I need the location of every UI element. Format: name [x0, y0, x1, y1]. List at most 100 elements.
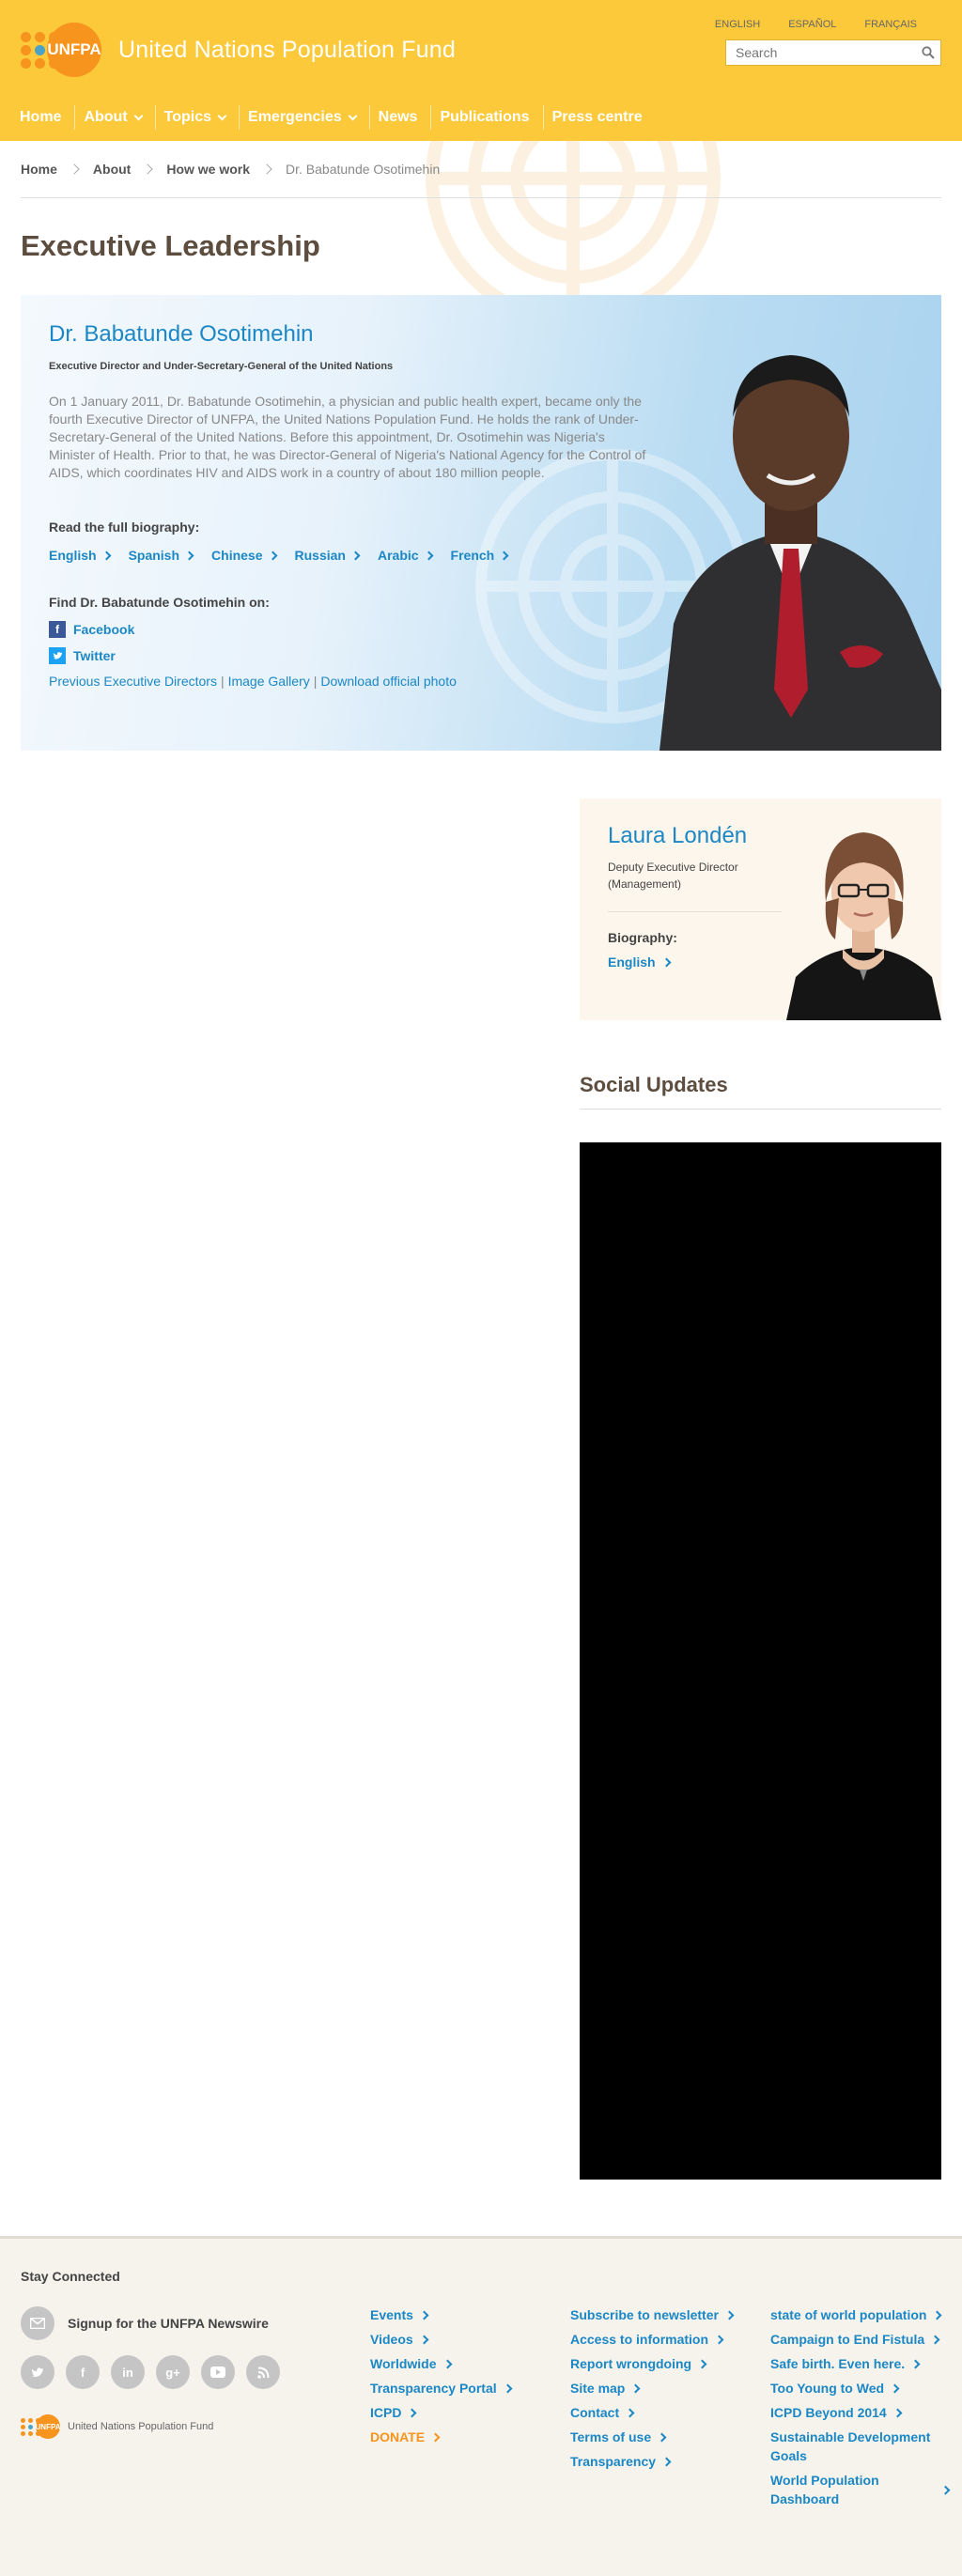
footer-links-col-1: Events Videos Worldwide Transparency Por…: [370, 2303, 513, 2449]
footer-link-report-wrongdoing[interactable]: Report wrongdoing: [570, 2351, 733, 2376]
bio-link-russian[interactable]: Russian: [294, 548, 361, 563]
chevron-right-icon: [625, 2408, 635, 2417]
download-photo-link[interactable]: Download official photo: [320, 674, 457, 689]
bio-link-french[interactable]: French: [450, 548, 509, 563]
divider: [608, 911, 782, 912]
footer-link-label: Transparency: [570, 2454, 657, 2469]
pipe-separator: |: [313, 674, 318, 689]
footer-link-label: Too Young to Wed: [770, 2381, 885, 2396]
nav-news-label: News: [378, 109, 418, 125]
footer-link-population-dashboard[interactable]: World Population Dashboard: [770, 2468, 951, 2511]
facebook-icon[interactable]: f: [66, 2355, 100, 2389]
nav-about-label: About: [84, 109, 128, 125]
footer-logo[interactable]: UNFPA United Nations Population Fund: [21, 2414, 213, 2439]
pipe-separator: |: [220, 674, 225, 689]
footer-link-transparency-portal[interactable]: Transparency Portal: [370, 2376, 513, 2400]
nav-publications-label: Publications: [440, 109, 530, 125]
director-name: Dr. Babatunde Osotimehin: [49, 321, 314, 347]
search-icon[interactable]: [916, 40, 940, 65]
executive-director-card: Dr. Babatunde Osotimehin Executive Direc…: [21, 295, 941, 751]
footer-link-worldwide[interactable]: Worldwide: [370, 2351, 511, 2376]
facebook-link[interactable]: f Facebook: [49, 621, 659, 638]
nav-news[interactable]: News: [370, 105, 432, 130]
twitter-icon: [49, 647, 66, 664]
breadcrumb-home[interactable]: Home: [21, 162, 57, 177]
rss-icon[interactable]: [246, 2355, 280, 2389]
deputy-bio-link-label: English: [608, 954, 656, 970]
divider: [21, 197, 941, 198]
unfpa-logo-mark: UNFPA: [36, 2414, 60, 2439]
previous-directors-link[interactable]: Previous Executive Directors: [49, 674, 217, 689]
deputy-portrait: [786, 832, 941, 1020]
nav-publications[interactable]: Publications: [431, 105, 544, 130]
chevron-right-icon: [408, 2408, 417, 2417]
chevron-right-icon: [503, 2383, 513, 2393]
footer-link-end-fistula[interactable]: Campaign to End Fistula: [770, 2327, 949, 2351]
chevron-right-icon: [724, 2310, 735, 2320]
bio-link-label: Russian: [294, 548, 346, 563]
social-updates-title: Social Updates: [580, 1073, 728, 1096]
unfpa-logo[interactable]: UNFPA United Nations Population Fund: [21, 23, 456, 77]
newsletter-signup[interactable]: Signup for the UNFPA Newswire: [21, 2306, 269, 2340]
footer-link-subscribe[interactable]: Subscribe to newsletter: [570, 2303, 735, 2327]
bio-link-spanish[interactable]: Spanish: [129, 548, 194, 563]
footer-link-label: state of world population: [770, 2307, 927, 2322]
bio-link-label: French: [450, 548, 495, 563]
footer-link-events[interactable]: Events: [370, 2303, 511, 2327]
chevron-right-icon: [69, 163, 80, 175]
footer-link-transparency[interactable]: Transparency: [570, 2449, 733, 2474]
nav-topics[interactable]: Topics: [156, 105, 240, 130]
linkedin-icon[interactable]: in: [111, 2355, 145, 2389]
biography-heading: Read the full biography:: [49, 520, 200, 535]
chevron-down-icon: [133, 111, 144, 120]
footer-link-site-map[interactable]: Site map: [570, 2376, 733, 2400]
image-gallery-link[interactable]: Image Gallery: [228, 674, 310, 689]
deputy-bio-link-english[interactable]: English: [608, 954, 672, 970]
lang-francais[interactable]: FRANÇAIS: [864, 19, 917, 30]
director-role: Executive Director and Under-Secretary-G…: [49, 361, 394, 372]
twitter-link[interactable]: Twitter: [49, 647, 659, 664]
google-plus-icon[interactable]: g+: [156, 2355, 190, 2389]
footer-link-access-information[interactable]: Access to information: [570, 2327, 733, 2351]
bio-link-english[interactable]: English: [49, 548, 112, 563]
chevron-right-icon: [714, 2335, 724, 2344]
footer-org-name: United Nations Population Fund: [68, 2421, 214, 2432]
footer-link-too-young-to-wed[interactable]: Too Young to Wed: [770, 2376, 949, 2400]
lang-espanol[interactable]: ESPAÑOL: [788, 19, 836, 30]
chevron-right-icon: [657, 2432, 667, 2442]
bio-link-chinese[interactable]: Chinese: [211, 548, 277, 563]
footer-link-terms[interactable]: Terms of use: [570, 2425, 733, 2449]
bio-link-arabic[interactable]: Arabic: [378, 548, 433, 563]
breadcrumb-about[interactable]: About: [93, 162, 131, 177]
facebook-label: Facebook: [73, 622, 135, 637]
deputy-director-card: Laura Londén Deputy Executive Director (…: [580, 799, 941, 1020]
breadcrumb-how-we-work[interactable]: How we work: [166, 162, 250, 177]
footer-link-icpd[interactable]: ICPD: [370, 2400, 511, 2425]
footer-link-sdgs[interactable]: Sustainable Development Goals: [770, 2425, 949, 2468]
youtube-icon[interactable]: [201, 2355, 235, 2389]
divider: [580, 1109, 941, 1110]
nav-press-centre[interactable]: Press centre: [544, 105, 656, 130]
footer-link-videos[interactable]: Videos: [370, 2327, 511, 2351]
chevron-right-icon: [142, 163, 154, 175]
footer-link-swop[interactable]: state of world population: [770, 2303, 949, 2327]
nav-about[interactable]: About: [75, 105, 156, 130]
site-footer: Stay Connected Signup for the UNFPA News…: [0, 2236, 962, 2576]
footer-link-safe-birth[interactable]: Safe birth. Even here.: [770, 2351, 949, 2376]
footer-link-donate[interactable]: DONATE: [370, 2425, 511, 2449]
chevron-right-icon: [101, 551, 112, 560]
twitter-icon[interactable]: [21, 2355, 54, 2389]
breadcrumb-current: Dr. Babatunde Osotimehin: [286, 162, 441, 177]
nav-topics-label: Topics: [163, 109, 212, 125]
social-feed-embed[interactable]: [580, 1142, 941, 2180]
lang-english[interactable]: ENGLISH: [715, 19, 760, 30]
search-input[interactable]: [726, 40, 916, 65]
footer-link-contact[interactable]: Contact: [570, 2400, 733, 2425]
footer-link-icpd-beyond-2014[interactable]: ICPD Beyond 2014: [770, 2400, 949, 2425]
footer-link-label: Terms of use: [570, 2429, 652, 2444]
footer-link-label: DONATE: [370, 2429, 426, 2444]
nav-home[interactable]: Home: [11, 105, 76, 130]
deputy-name: Laura Londén: [608, 823, 748, 848]
nav-emergencies[interactable]: Emergencies: [240, 105, 370, 130]
chevron-right-icon: [930, 2335, 940, 2344]
